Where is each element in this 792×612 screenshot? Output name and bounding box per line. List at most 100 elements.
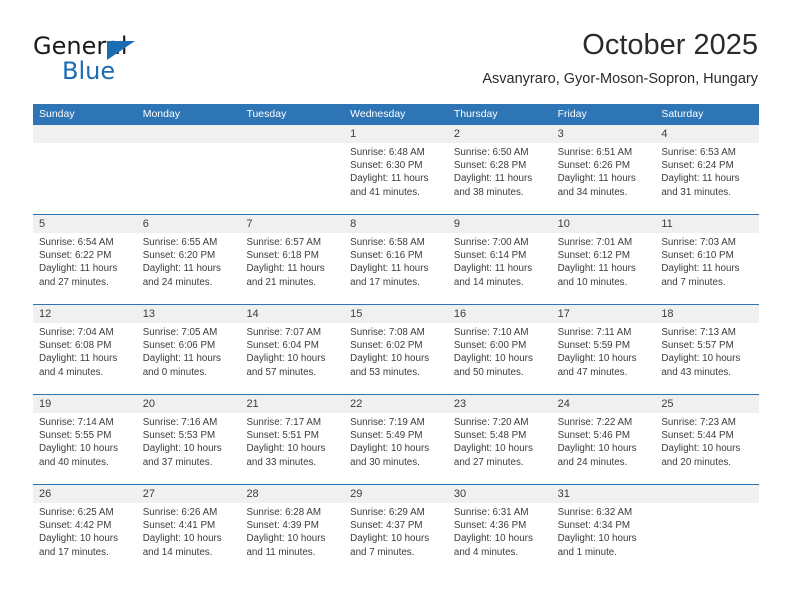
day-detail-line: Daylight: 11 hours	[39, 353, 118, 365]
day-detail-line: and 30 minutes.	[350, 456, 420, 468]
weekday-header-row: Sunday Monday Tuesday Wednesday Thursday Frid…	[33, 104, 759, 125]
day-number[interactable]: 11	[655, 215, 759, 233]
day-cell[interactable]: Sunrise: 6:48 AM Sunset: 6:30 PM Daylight:…	[344, 143, 448, 214]
day-detail-line: Daylight: 11 hours	[350, 173, 429, 185]
day-number[interactable]: 16	[448, 305, 552, 323]
day-detail-line: Sunset: 6:08 PM	[39, 340, 112, 352]
day-number[interactable]: 23	[448, 395, 552, 413]
day-number[interactable]: 28	[240, 485, 344, 503]
day-number[interactable]: 7	[240, 215, 344, 233]
day-cell[interactable]: Sunrise: 7:22 AM Sunset: 5:46 PM Daylight:…	[552, 413, 656, 484]
day-detail-line: Sunrise: 7:07 AM	[246, 327, 322, 338]
day-detail-line: Sunrise: 7:01 AM	[557, 237, 633, 248]
day-number[interactable]: 30	[448, 485, 552, 503]
day-cell[interactable]: Sunrise: 7:00 AM Sunset: 6:14 PM Daylight:…	[448, 233, 552, 304]
day-number[interactable]: 6	[137, 215, 241, 233]
day-detail-line: Sunset: 5:51 PM	[246, 430, 319, 442]
weekday-header-saturday: Saturday	[661, 108, 704, 120]
day-detail-line: Sunrise: 6:54 AM	[39, 237, 114, 248]
day-number[interactable]: 4	[655, 125, 759, 143]
day-cell[interactable]: Sunrise: 7:04 AM Sunset: 6:08 PM Daylight:…	[33, 323, 137, 394]
day-detail-line: Sunrise: 7:04 AM	[39, 327, 114, 338]
day-number[interactable]: 8	[344, 215, 448, 233]
day-number[interactable]: 1	[344, 125, 448, 143]
day-number[interactable]: 21	[240, 395, 344, 413]
day-cell[interactable]: Sunrise: 7:13 AM Sunset: 5:57 PM Daylight:…	[655, 323, 759, 394]
day-number[interactable]: 24	[552, 395, 656, 413]
day-cell[interactable]: Sunrise: 6:26 AM Sunset: 4:41 PM Daylight:…	[137, 503, 241, 575]
day-cell[interactable]: Sunrise: 7:01 AM Sunset: 6:12 PM Daylight:…	[552, 233, 656, 304]
day-detail-line: and 41 minutes.	[350, 186, 420, 198]
day-cell[interactable]: Sunrise: 6:51 AM Sunset: 6:26 PM Daylight:…	[552, 143, 656, 214]
day-detail-line: Sunset: 4:41 PM	[142, 520, 216, 532]
day-cell[interactable]: Sunrise: 7:03 AM Sunset: 6:10 PM Daylight:…	[655, 233, 759, 304]
day-number[interactable]: 9	[448, 215, 552, 233]
day-cell[interactable]: Sunrise: 6:32 AM Sunset: 4:34 PM Daylight:…	[552, 503, 656, 575]
calendar-week-row: 12 13 14 15 16 17 18 Sunrise: 7:04 AM Sunset: 6:…	[33, 304, 759, 394]
day-number[interactable]: 12	[33, 305, 137, 323]
day-detail-line: Daylight: 10 hours	[350, 443, 430, 455]
day-number-empty	[33, 125, 137, 143]
day-cell[interactable]: Sunrise: 7:07 AM Sunset: 6:04 PM Daylight:…	[240, 323, 344, 394]
day-number[interactable]: 10	[552, 215, 656, 233]
day-number[interactable]: 26	[33, 485, 137, 503]
day-number[interactable]: 20	[137, 395, 241, 413]
day-detail-line: Sunrise: 6:28 AM	[246, 507, 322, 518]
day-number[interactable]: 13	[137, 305, 241, 323]
weekday-header-wednesday: Wednesday	[350, 108, 406, 120]
day-detail-line: Daylight: 11 hours	[142, 353, 221, 365]
day-cell[interactable]: Sunrise: 7:23 AM Sunset: 5:44 PM Daylight:…	[655, 413, 759, 484]
day-number[interactable]: 17	[552, 305, 656, 323]
day-number[interactable]: 27	[137, 485, 241, 503]
day-detail-line: Daylight: 10 hours	[142, 443, 222, 455]
day-detail-line: and 24 minutes.	[557, 456, 628, 468]
day-cell[interactable]: Sunrise: 6:29 AM Sunset: 4:37 PM Daylight:…	[344, 503, 448, 575]
day-cell[interactable]: Sunrise: 7:10 AM Sunset: 6:00 PM Daylight:…	[448, 323, 552, 394]
day-cell[interactable]: Sunrise: 6:25 AM Sunset: 4:42 PM Daylight:…	[33, 503, 137, 575]
calendar-week-row: 26 27 28 29 30 31 Sunrise: 6:25 AM Sunset: 4:42…	[33, 484, 759, 575]
day-cell[interactable]: Sunrise: 6:54 AM Sunset: 6:22 PM Daylight:…	[33, 233, 137, 304]
day-cell[interactable]: Sunrise: 6:55 AM Sunset: 6:20 PM Daylight:…	[137, 233, 241, 304]
day-detail-line: and 11 minutes.	[246, 546, 316, 558]
day-number[interactable]: 3	[552, 125, 656, 143]
day-number[interactable]: 25	[655, 395, 759, 413]
day-cell[interactable]: Sunrise: 6:31 AM Sunset: 4:36 PM Daylight:…	[448, 503, 552, 575]
day-cell[interactable]: Sunrise: 6:28 AM Sunset: 4:39 PM Daylight:…	[240, 503, 344, 575]
day-cell[interactable]: Sunrise: 6:50 AM Sunset: 6:28 PM Daylight:…	[448, 143, 552, 214]
week-day-details: Sunrise: 7:04 AM Sunset: 6:08 PM Daylight:…	[33, 323, 759, 394]
day-cell[interactable]: Sunrise: 7:19 AM Sunset: 5:49 PM Daylight:…	[344, 413, 448, 484]
day-cell[interactable]: Sunrise: 7:14 AM Sunset: 5:55 PM Daylight:…	[33, 413, 137, 484]
day-number[interactable]: 2	[448, 125, 552, 143]
day-number[interactable]: 18	[655, 305, 759, 323]
calendar-grid: Sunday Monday Tuesday Wednesday Thursday Frid…	[33, 104, 759, 575]
day-detail-line: Sunrise: 7:10 AM	[453, 327, 529, 338]
page-title: October 2025	[582, 29, 758, 61]
day-number[interactable]: 31	[552, 485, 656, 503]
day-cell[interactable]: Sunrise: 7:17 AM Sunset: 5:51 PM Daylight:…	[240, 413, 344, 484]
day-number[interactable]: 19	[33, 395, 137, 413]
day-number[interactable]: 14	[240, 305, 344, 323]
day-cell[interactable]: Sunrise: 7:20 AM Sunset: 5:48 PM Daylight:…	[448, 413, 552, 484]
day-detail-line: Daylight: 10 hours	[453, 443, 533, 455]
day-cell[interactable]: Sunrise: 7:16 AM Sunset: 5:53 PM Daylight:…	[137, 413, 241, 484]
day-detail-line: and 10 minutes.	[557, 276, 628, 288]
day-cell[interactable]: Sunrise: 7:11 AM Sunset: 5:59 PM Daylight:…	[552, 323, 656, 394]
day-number[interactable]: 5	[33, 215, 137, 233]
weekday-header-sunday: Sunday	[39, 108, 75, 120]
day-detail-line: Sunset: 5:57 PM	[661, 340, 734, 352]
day-cell[interactable]: Sunrise: 6:58 AM Sunset: 6:16 PM Daylight:…	[344, 233, 448, 304]
day-cell[interactable]: Sunrise: 6:53 AM Sunset: 6:24 PM Daylight:…	[655, 143, 759, 214]
day-number-empty	[240, 125, 344, 143]
weekday-header-tuesday: Tuesday	[246, 108, 287, 120]
day-cell[interactable]: Sunrise: 6:57 AM Sunset: 6:18 PM Daylight:…	[240, 233, 344, 304]
day-detail-line: and 21 minutes.	[246, 276, 317, 288]
day-detail-line: Sunset: 6:10 PM	[661, 250, 734, 262]
day-cell-empty	[655, 503, 759, 575]
day-detail-line: Sunset: 4:42 PM	[39, 520, 112, 532]
day-cell[interactable]: Sunrise: 7:05 AM Sunset: 6:06 PM Daylight:…	[137, 323, 241, 394]
day-cell[interactable]: Sunrise: 7:08 AM Sunset: 6:02 PM Daylight:…	[344, 323, 448, 394]
day-detail-line: Daylight: 11 hours	[453, 173, 533, 185]
day-number[interactable]: 15	[344, 305, 448, 323]
day-number[interactable]: 22	[344, 395, 448, 413]
day-number[interactable]: 29	[344, 485, 448, 503]
